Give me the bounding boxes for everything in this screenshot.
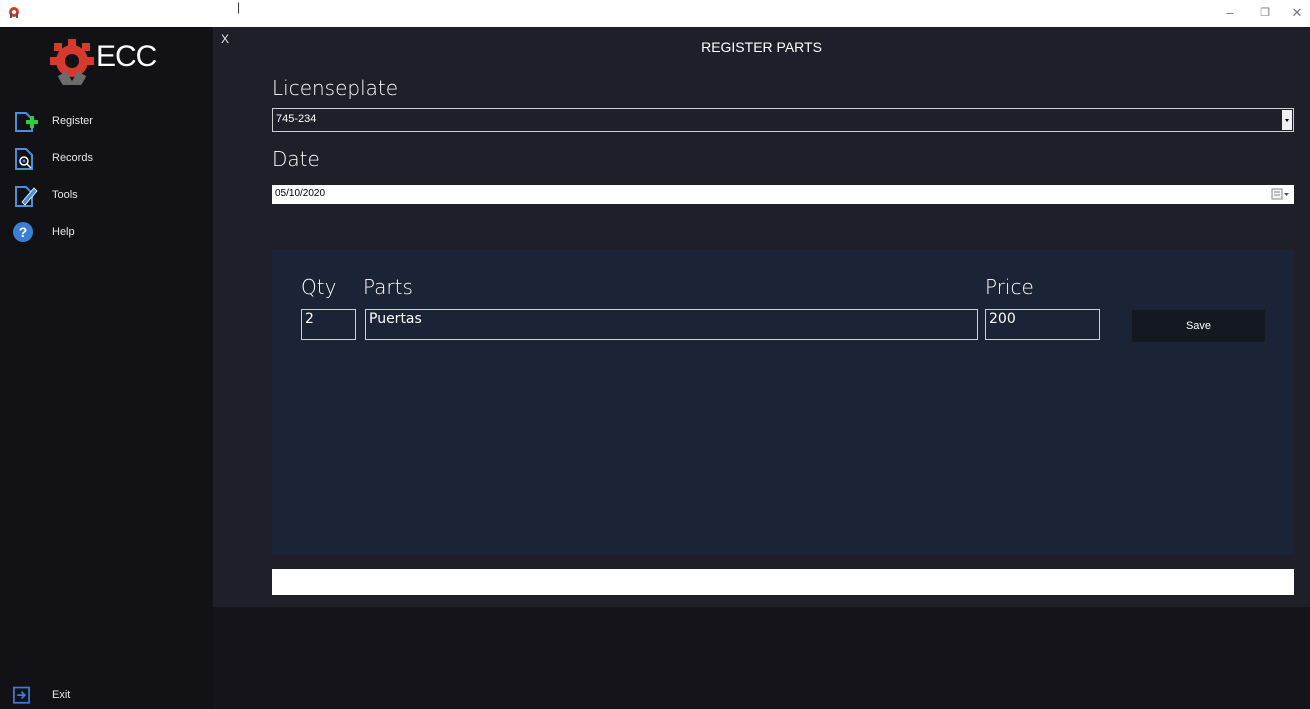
- sidebar-item-register[interactable]: Register: [12, 109, 202, 135]
- sidebar-item-label: Tools: [52, 189, 78, 201]
- status-bar-field[interactable]: [272, 569, 1294, 595]
- sidebar-item-records[interactable]: Records: [12, 146, 202, 172]
- app-gear-icon: [9, 7, 19, 18]
- date-picker[interactable]: 05/10/2020: [272, 185, 1294, 204]
- licenseplate-value: 745-234: [276, 113, 317, 125]
- bottom-strip: [213, 607, 1310, 709]
- price-label: Price: [985, 275, 1034, 299]
- parts-label: Parts: [363, 275, 413, 299]
- price-input[interactable]: 200: [985, 309, 1100, 340]
- parts-panel: Qty Parts Price 2 Puertas 200 Save: [272, 249, 1294, 554]
- window-title-bar: | – ❐ ✕: [0, 0, 1310, 27]
- licenseplate-select[interactable]: 745-234: [272, 108, 1294, 132]
- logo-text: ECC: [96, 40, 157, 73]
- date-value: 05/10/2020: [275, 188, 326, 199]
- sidebar-item-help[interactable]: ? Help: [12, 220, 202, 246]
- minimize-button[interactable]: –: [1218, 4, 1242, 22]
- sidebar-item-tools[interactable]: Tools: [12, 183, 202, 209]
- exit-button[interactable]: Exit: [12, 685, 202, 707]
- register-icon: [15, 112, 38, 132]
- restore-button[interactable]: ❐: [1253, 4, 1277, 22]
- qty-input[interactable]: 2: [301, 309, 356, 340]
- licenseplate-label: Licenseplate: [272, 76, 399, 100]
- date-label: Date: [272, 147, 320, 171]
- window-close-button[interactable]: ✕: [1285, 4, 1309, 22]
- tools-icon: [15, 186, 38, 207]
- svg-text:?: ?: [19, 224, 28, 240]
- parts-value: Puertas: [369, 311, 422, 327]
- records-icon: [15, 148, 33, 170]
- chevron-down-icon[interactable]: [1282, 110, 1292, 130]
- save-button[interactable]: Save: [1132, 310, 1265, 342]
- qty-value: 2: [305, 311, 314, 327]
- parts-input[interactable]: Puertas: [365, 309, 978, 340]
- exit-icon: [12, 686, 30, 704]
- help-icon: ?: [13, 222, 33, 242]
- window-caption: |: [237, 0, 241, 14]
- sidebar-item-label: Register: [52, 115, 93, 127]
- sidebar-item-label: Help: [52, 226, 75, 238]
- main-content: X REGISTER PARTS Licenseplate 745-234 Da…: [213, 27, 1310, 607]
- calendar-icon[interactable]: [1271, 188, 1291, 201]
- price-value: 200: [989, 311, 1016, 327]
- page-title: REGISTER PARTS: [701, 39, 822, 55]
- sidebar: ECC Register Records Tools ? Help Exit: [0, 27, 213, 709]
- exit-label: Exit: [52, 689, 71, 701]
- qty-label: Qty: [301, 275, 337, 299]
- sidebar-item-label: Records: [52, 152, 93, 164]
